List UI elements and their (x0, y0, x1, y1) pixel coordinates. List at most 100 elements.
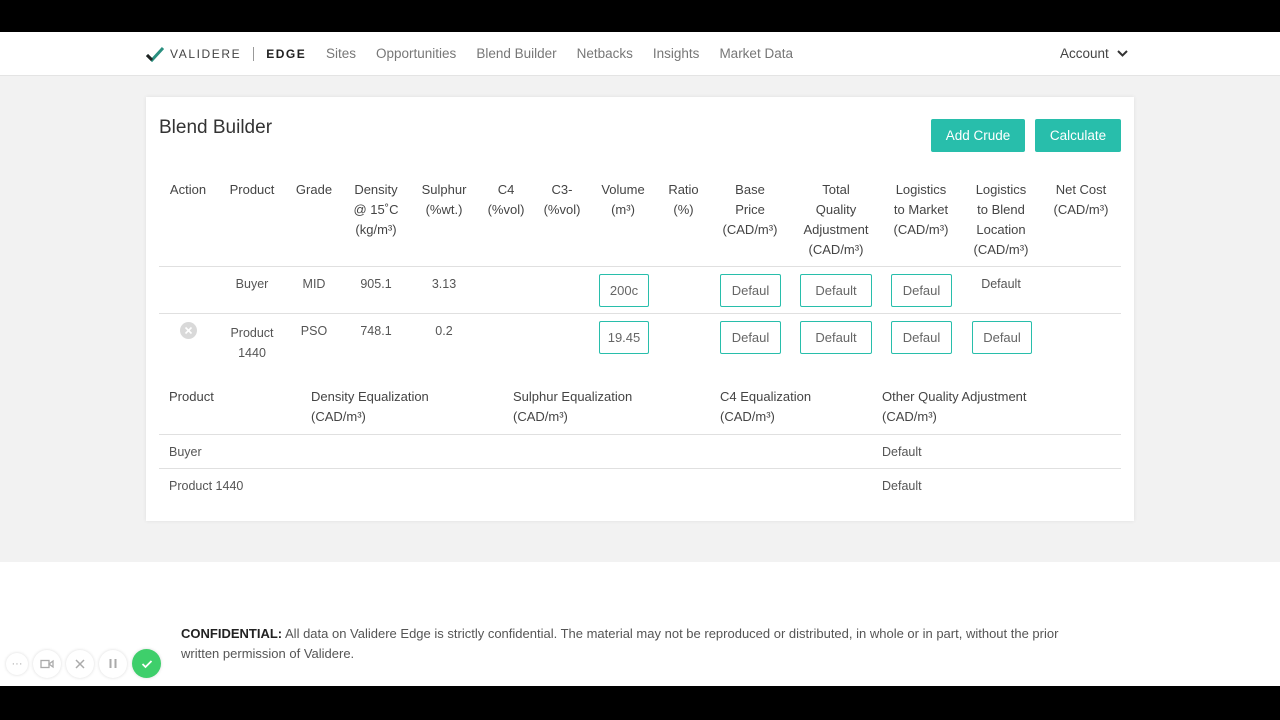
brand-product: EDGE (266, 47, 307, 61)
logistics-to-market-input[interactable]: Defaul (891, 321, 952, 354)
check-glyph (141, 659, 152, 668)
col-header-volume-line: (m³) (611, 202, 635, 217)
nav-netbacks[interactable]: Netbacks (577, 46, 633, 61)
qcol-header-product: Product (169, 387, 214, 407)
col-header-product-line: Product (229, 182, 275, 197)
col-header-log-blend-line: Location (976, 222, 1026, 237)
top-navbar: VALIDERE EDGE Sites Opportunities Blend … (0, 32, 1280, 76)
quality-adjustment-input[interactable]: Default (800, 274, 872, 307)
recording-controls: ··· (6, 649, 166, 678)
qcol-header-density-line: Density Equalization (311, 389, 429, 404)
qcol-header-density-equalization: Density Equalization (CAD/m³) (311, 387, 429, 427)
page-footer: CONFIDENTIAL: All data on Validere Edge … (0, 562, 1280, 686)
col-header-c3-line: C3- (551, 182, 573, 197)
qcol-header-other-line: Other Quality Adjustment (882, 389, 1027, 404)
col-header-action-line: Action (169, 182, 207, 197)
camera-icon[interactable] (33, 649, 61, 678)
brand-name: VALIDERE (170, 47, 242, 61)
col-header-ratio: Ratio (%) (661, 180, 706, 220)
col-header-product: Product (222, 180, 282, 200)
qcol-header-density-line: (CAD/m³) (311, 409, 366, 424)
col-header-action: Action (159, 180, 217, 200)
col-header-net-cost: Net Cost (CAD/m³) (1047, 180, 1115, 220)
add-crude-button[interactable]: Add Crude (931, 119, 1025, 152)
col-header-c4: C4 (%vol) (483, 180, 529, 220)
confidential-notice: CONFIDENTIAL: All data on Validere Edge … (181, 624, 1081, 664)
col-header-log-market-line: (CAD/m³) (893, 222, 949, 237)
col-header-log-market-line: Logistics (895, 182, 947, 197)
col-header-net-cost-line: Net Cost (1055, 182, 1107, 197)
nav-market-data[interactable]: Market Data (719, 46, 793, 61)
col-header-total-quality-adjustment: Total Quality Adjustment (CAD/m³) (797, 180, 875, 260)
main-nav: Sites Opportunities Blend Builder Netbac… (326, 46, 813, 61)
qcol-header-sulphur-line: Sulphur Equalization (513, 389, 633, 404)
col-header-tqa-line: Quality (815, 202, 857, 217)
volume-input[interactable]: 19.45 (599, 321, 649, 354)
col-header-ratio-line: Ratio (668, 182, 699, 197)
col-header-c3: C3- (%vol) (538, 180, 586, 220)
confidential-label: CONFIDENTIAL: (181, 626, 283, 641)
account-menu[interactable]: Account (1060, 46, 1128, 61)
col-header-sulphur: Sulphur (%wt.) (414, 180, 474, 220)
nav-blend-builder[interactable]: Blend Builder (476, 46, 556, 61)
col-header-c4-line: C4 (497, 182, 515, 197)
col-header-base-price-line: (CAD/m³) (722, 222, 778, 237)
cancel-recording-icon[interactable] (66, 649, 94, 678)
brand-logo[interactable]: VALIDERE EDGE (146, 45, 306, 63)
col-header-log-blend-line: to Blend (977, 202, 1025, 217)
quality-row-divider (159, 468, 1121, 469)
cell-density: 748.1 (360, 324, 392, 338)
nav-insights[interactable]: Insights (653, 46, 700, 61)
cell-grade: PSO (300, 324, 328, 338)
cell-product-line: 1440 (238, 346, 266, 360)
calculate-button[interactable]: Calculate (1035, 119, 1121, 152)
col-header-logistics-to-blend: Logistics to Blend Location (CAD/m³) (966, 180, 1036, 260)
volume-input[interactable]: 200c (599, 274, 649, 307)
cell-density: 905.1 (360, 277, 392, 291)
page-title: Blend Builder (159, 117, 273, 138)
base-price-input[interactable]: Defaul (720, 274, 781, 307)
cell-sulphur: 3.13 (431, 277, 457, 291)
validere-logo-icon (146, 46, 164, 62)
finish-recording-icon[interactable] (132, 649, 161, 678)
col-header-tqa-line: (CAD/m³) (808, 242, 864, 257)
pause-icon[interactable] (99, 649, 127, 678)
qcell-product: Product 1440 (169, 479, 244, 493)
letterbox-bottom (0, 686, 1280, 720)
logistics-to-market-input[interactable]: Defaul (891, 274, 952, 307)
col-header-sulphur-line: (%wt.) (425, 202, 463, 217)
col-header-tqa-line: Adjustment (803, 222, 869, 237)
qcol-header-c4-line: C4 Equalization (720, 389, 812, 404)
blend-builder-card: Blend Builder Add Crude Calculate Action… (146, 97, 1134, 521)
col-header-base-price: Base Price (CAD/m³) (715, 180, 785, 240)
col-header-tqa-line: Total (822, 182, 850, 197)
quality-adjustment-input[interactable]: Default (800, 321, 872, 354)
cell-product-line: Product (230, 326, 274, 340)
qcol-header-other-quality-adjustment: Other Quality Adjustment (CAD/m³) (882, 387, 1027, 427)
qcol-header-product-line: Product (169, 389, 214, 404)
qcol-header-sulphur-line: (CAD/m³) (513, 409, 568, 424)
more-options-icon[interactable]: ··· (6, 652, 28, 675)
col-header-density-line: (kg/m³) (355, 222, 397, 237)
browser-viewport: VALIDERE EDGE Sites Opportunities Blend … (0, 32, 1280, 686)
col-header-volume-line: Volume (601, 182, 645, 197)
col-header-density: Density @ 15˚C (kg/m³) (346, 180, 406, 240)
logistics-to-blend-input[interactable]: Defaul (972, 321, 1032, 354)
col-header-sulphur-line: Sulphur (421, 182, 467, 197)
x-glyph (75, 658, 85, 669)
col-header-grade: Grade (289, 180, 339, 200)
qcell-other-adjustment: Default (882, 445, 922, 459)
cell-product: Buyer (235, 277, 269, 291)
cell-logistics-to-blend: Default (981, 277, 1021, 291)
table-header-divider (159, 266, 1121, 267)
nav-opportunities[interactable]: Opportunities (376, 46, 456, 61)
col-header-logistics-to-market: Logistics to Market (CAD/m³) (886, 180, 956, 240)
col-header-log-blend-line: (CAD/m³) (973, 242, 1029, 257)
col-header-ratio-line: (%) (673, 202, 694, 217)
base-price-input[interactable]: Defaul (720, 321, 781, 354)
remove-row-icon[interactable] (180, 322, 197, 339)
quality-header-divider (159, 434, 1121, 435)
account-label: Account (1060, 46, 1109, 61)
close-icon (184, 326, 193, 335)
nav-sites[interactable]: Sites (326, 46, 356, 61)
